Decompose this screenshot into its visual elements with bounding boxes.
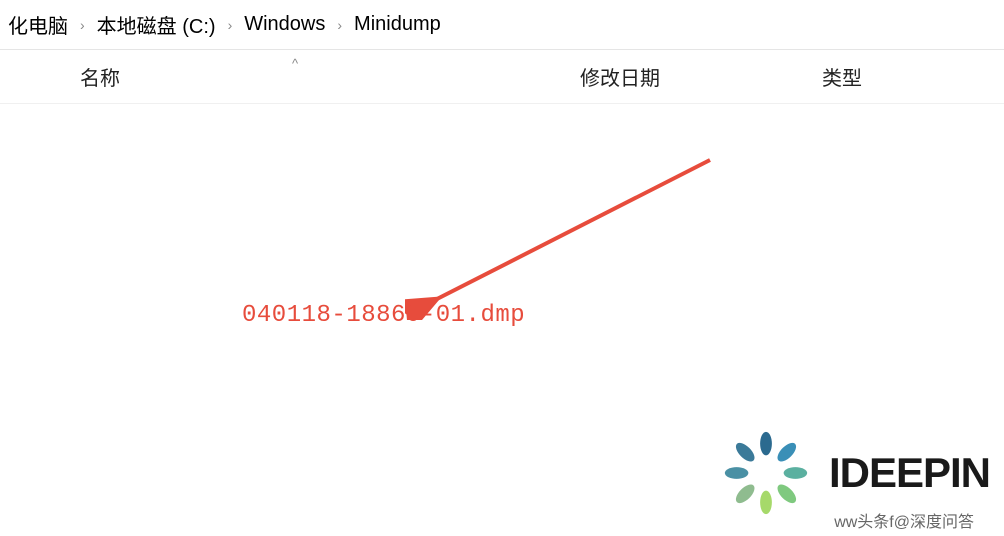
columns-header: ^ 名称 修改日期 类型 (0, 50, 1004, 104)
annotation-filename: 040118-18860-01.dmp (242, 302, 525, 329)
watermark-subtext: ww头条f@深度问答 (834, 508, 974, 532)
breadcrumb-item-minidump[interactable]: Minidump (346, 11, 449, 38)
breadcrumb-item-pc[interactable]: 化电脑 (0, 8, 76, 41)
chevron-right-icon: › (224, 17, 237, 33)
file-list-area: ^ 名称 修改日期 类型 040118-18860-01.dmp (0, 50, 1004, 536)
sort-indicator-icon: ^ (292, 56, 298, 71)
chevron-right-icon: › (333, 17, 346, 33)
chevron-right-icon: › (76, 17, 89, 33)
watermark-brand: IDEEPIN (829, 449, 990, 497)
breadcrumb: 化电脑 › 本地磁盘 (C:) › Windows › Minidump (0, 0, 1004, 50)
breadcrumb-item-windows[interactable]: Windows (236, 11, 333, 38)
column-header-name[interactable]: 名称 (80, 62, 120, 91)
annotation-arrow-icon (405, 150, 725, 320)
spinner-icon (717, 424, 815, 522)
breadcrumb-item-drive-c[interactable]: 本地磁盘 (C:) (89, 8, 224, 41)
column-header-type[interactable]: 类型 (822, 62, 862, 91)
column-header-modified[interactable]: 修改日期 (580, 62, 660, 91)
